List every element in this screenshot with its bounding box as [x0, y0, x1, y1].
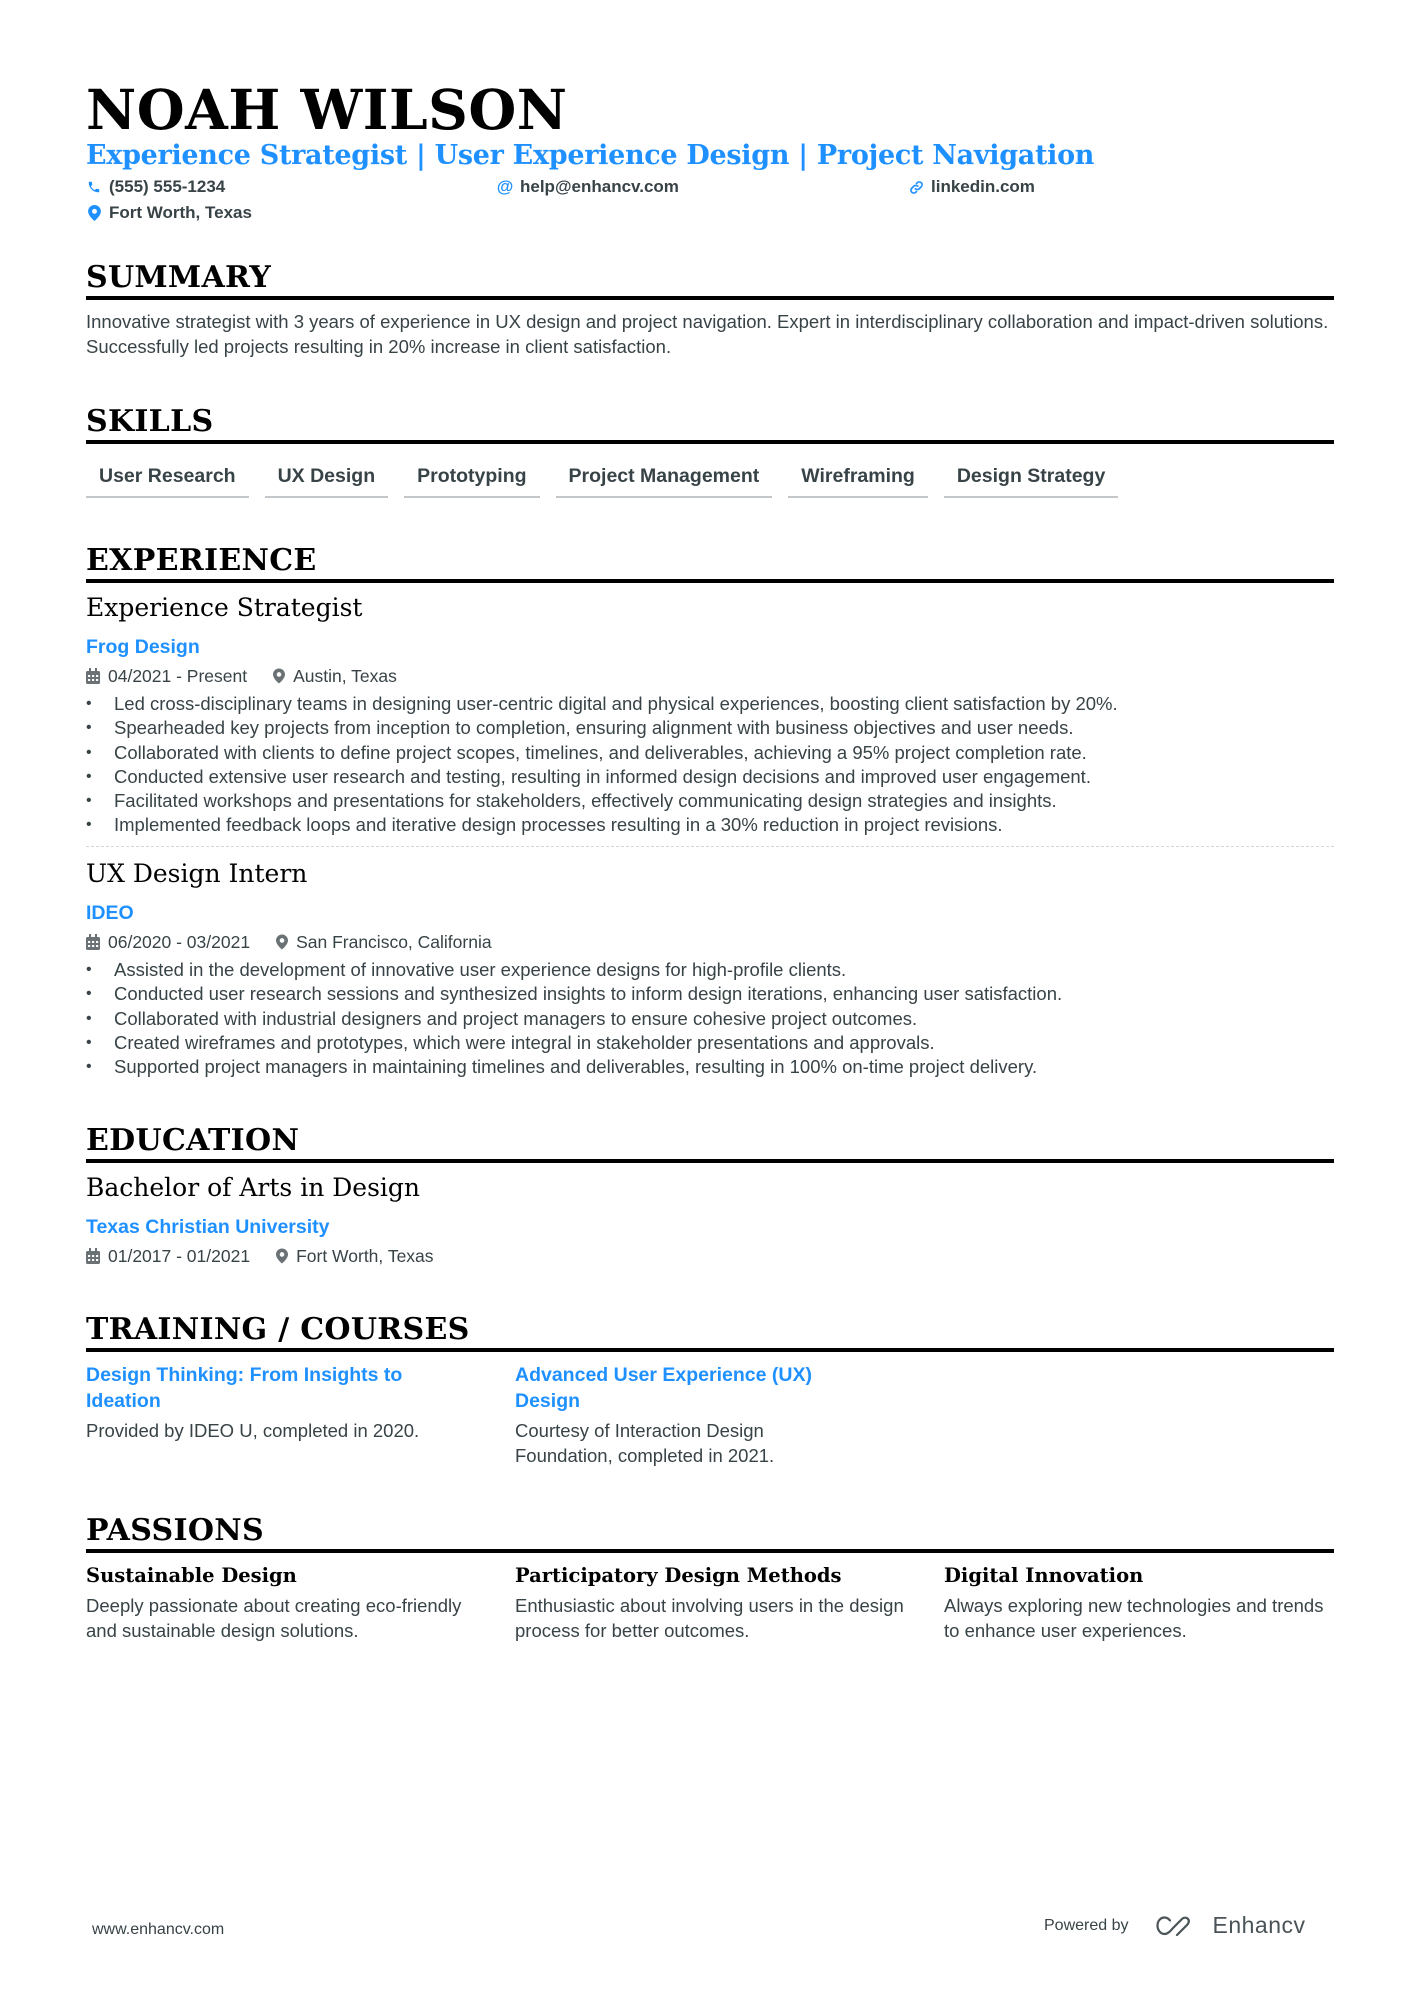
course-desc: Courtesy of Interaction Design Foundatio…	[515, 1420, 775, 1466]
course-desc: Provided by IDEO U, completed in 2020.	[86, 1420, 420, 1441]
candidate-headline: Experience Strategist | User Experience …	[86, 140, 1095, 171]
passion-item: Sustainable Design Deeply passionate abo…	[86, 1563, 481, 1643]
bullet-item: Facilitated workshops and presentations …	[86, 789, 1334, 814]
skill-tag: User Research	[86, 462, 249, 498]
location-pin-icon	[273, 668, 286, 684]
bullet-item: Implemented feedback loops and iterative…	[86, 813, 1334, 838]
experience-rule	[86, 579, 1334, 583]
passions-heading: PASSIONS	[86, 1513, 264, 1548]
job-dates-text: 04/2021 - Present	[108, 666, 248, 686]
bullet-item: Supported project managers in maintainin…	[86, 1055, 1334, 1080]
education-school: Texas Christian University	[86, 1216, 330, 1238]
contact-location: Fort Worth, Texas	[86, 202, 252, 224]
bullet-item: Spearheaded key projects from inception …	[86, 716, 1334, 741]
job-location: Austin, Texas	[273, 665, 397, 687]
course-title: Design Thinking: From Insights to Ideati…	[86, 1364, 403, 1412]
skill-tag: UX Design	[264, 462, 389, 498]
skills-heading: SKILLS	[86, 404, 214, 439]
summary-text: Innovative strategist with 3 years of ex…	[86, 311, 1329, 357]
job-role: Experience Strategist	[86, 593, 363, 622]
job-location: San Francisco, California	[276, 931, 492, 953]
passion-title: Sustainable Design	[86, 1564, 297, 1587]
phone-value[interactable]: (555) 555-1234	[109, 176, 225, 198]
email-value[interactable]: help@enhancv.com	[520, 176, 679, 198]
training-heading: TRAINING / COURSES	[86, 1312, 470, 1347]
job-meta: 06/2020 - 03/2021 San Francisco, Califor…	[86, 931, 518, 953]
education-heading: EDUCATION	[86, 1123, 300, 1158]
job-company: IDEO	[86, 902, 134, 924]
brand-name: Enhancv	[1212, 1912, 1306, 1938]
skills-rule	[86, 440, 1334, 444]
phone-icon	[86, 180, 102, 194]
linkedin-value[interactable]: linkedin.com	[931, 176, 1035, 198]
education-rule	[86, 1159, 1334, 1163]
summary-rule	[86, 296, 1334, 300]
passion-desc: Deeply passionate about creating eco-fri…	[86, 1595, 462, 1641]
footer-powered-by: Powered by Enhancv	[1044, 1912, 1306, 1939]
bullet-item: Conducted user research sessions and syn…	[86, 982, 1334, 1007]
education-location: Fort Worth, Texas	[276, 1245, 434, 1267]
job-dates: 06/2020 - 03/2021	[86, 931, 250, 953]
contact-linkedin: linkedin.com	[908, 176, 1035, 198]
education-dates: 01/2017 - 01/2021	[86, 1245, 250, 1267]
location-pin-icon	[276, 1248, 289, 1264]
candidate-name: NOAH WILSON	[86, 77, 568, 142]
location-pin-icon	[276, 934, 289, 950]
calendar-icon	[86, 1248, 100, 1264]
skills-list: User Research UX Design Prototyping Proj…	[86, 462, 1119, 498]
footer-website[interactable]: www.enhancv.com	[92, 1921, 224, 1939]
bullet-item: Collaborated with industrial designers a…	[86, 1007, 1334, 1032]
passion-title: Digital Innovation	[944, 1564, 1144, 1587]
location-value: Fort Worth, Texas	[109, 203, 252, 222]
skill-tag: Project Management	[555, 462, 773, 498]
calendar-icon	[86, 668, 100, 684]
location-pin-icon	[86, 205, 102, 221]
job-divider	[86, 846, 1334, 847]
contact-email: @ help@enhancv.com	[497, 176, 679, 198]
job-bullets: Assisted in the development of innovativ…	[86, 958, 1334, 1080]
powered-by-label: Powered by	[1044, 1916, 1129, 1934]
job-dates: 04/2021 - Present	[86, 665, 247, 687]
job-location-text: San Francisco, California	[296, 932, 492, 952]
passion-desc: Always exploring new technologies and tr…	[944, 1595, 1324, 1641]
passion-item: Digital Innovation Always exploring new …	[944, 1563, 1339, 1643]
passions-rule	[86, 1549, 1334, 1553]
course-title: Advanced User Experience (UX) Design	[515, 1364, 812, 1412]
experience-heading: EXPERIENCE	[86, 543, 317, 578]
course-item: Advanced User Experience (UX) Design Cou…	[515, 1362, 845, 1468]
education-degree: Bachelor of Arts in Design	[86, 1173, 421, 1202]
job-company: Frog Design	[86, 636, 200, 658]
contact-phone: (555) 555-1234	[86, 176, 225, 198]
skill-tag: Design Strategy	[943, 462, 1119, 498]
bullet-item: Conducted extensive user research and te…	[86, 765, 1334, 790]
job-dates-text: 06/2020 - 03/2021	[108, 932, 251, 952]
job-bullets: Led cross-disciplinary teams in designin…	[86, 692, 1334, 838]
bullet-item: Led cross-disciplinary teams in designin…	[86, 692, 1334, 717]
bullet-item: Collaborated with clients to define proj…	[86, 741, 1334, 766]
job-location-text: Austin, Texas	[293, 666, 397, 686]
at-icon: @	[496, 177, 514, 196]
skill-tag: Wireframing	[788, 462, 928, 498]
enhancv-logo[interactable]: Enhancv	[1155, 1912, 1306, 1939]
training-rule	[86, 1348, 1334, 1352]
education-dates-text: 01/2017 - 01/2021	[108, 1246, 251, 1266]
education-location-text: Fort Worth, Texas	[296, 1246, 434, 1266]
calendar-icon	[86, 934, 100, 950]
course-item: Design Thinking: From Insights to Ideati…	[86, 1362, 476, 1444]
bullet-item: Created wireframes and prototypes, which…	[86, 1031, 1334, 1056]
link-icon	[908, 180, 924, 195]
summary-heading: SUMMARY	[86, 260, 272, 295]
skill-tag: Prototyping	[404, 462, 540, 498]
bullet-item: Assisted in the development of innovativ…	[86, 958, 1334, 983]
passion-item: Participatory Design Methods Enthusiasti…	[515, 1563, 910, 1643]
education-meta: 01/2017 - 01/2021 Fort Worth, Texas	[86, 1245, 460, 1267]
job-role: UX Design Intern	[86, 859, 308, 888]
passion-title: Participatory Design Methods	[515, 1564, 842, 1587]
job-meta: 04/2021 - Present Austin, Texas	[86, 665, 423, 687]
passion-desc: Enthusiastic about involving users in th…	[515, 1595, 904, 1641]
enhancv-logo-icon	[1155, 1915, 1190, 1936]
